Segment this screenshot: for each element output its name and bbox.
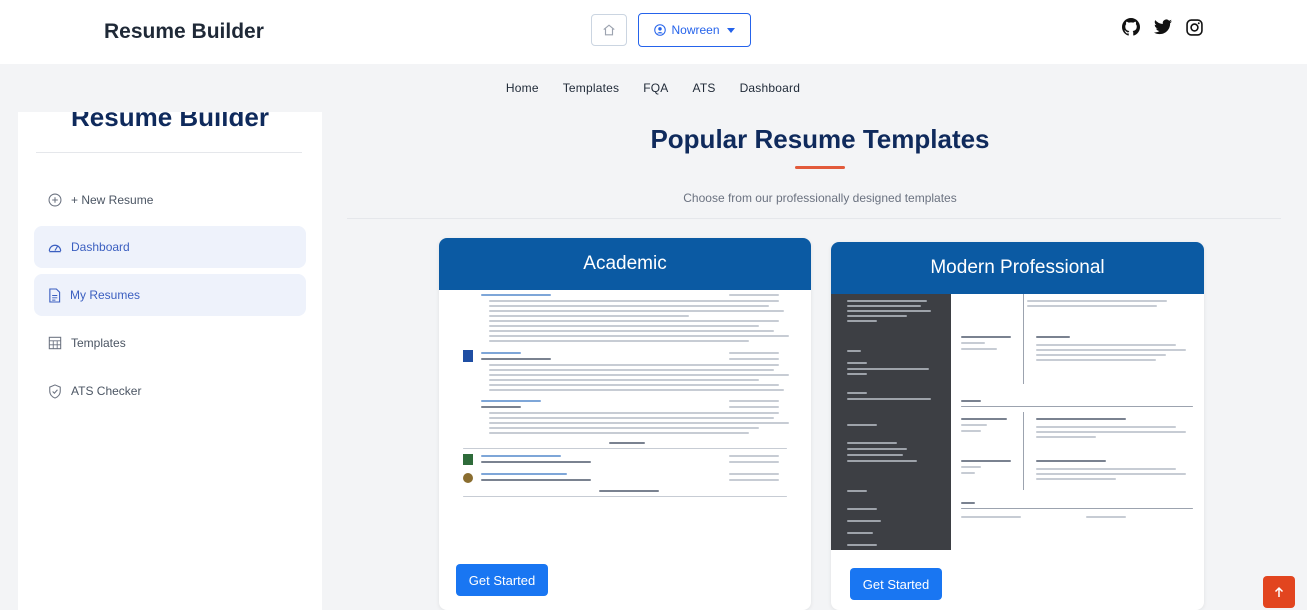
social-links bbox=[1122, 18, 1203, 36]
user-name: Nowreen bbox=[671, 23, 720, 37]
user-menu-button[interactable]: Nowreen bbox=[638, 13, 751, 47]
sidebar-item-templates[interactable]: Templates bbox=[34, 322, 306, 364]
home-icon bbox=[603, 24, 615, 36]
grid-icon bbox=[48, 336, 62, 350]
nav-dashboard[interactable]: Dashboard bbox=[740, 81, 801, 95]
template-card-title: Modern Professional bbox=[831, 242, 1204, 294]
top-bar: Resume Builder Nowreen bbox=[0, 0, 1307, 64]
nav-fqa[interactable]: FQA bbox=[643, 81, 668, 95]
sidebar-item-label: + New Resume bbox=[71, 193, 154, 207]
get-started-button[interactable]: Get Started bbox=[456, 564, 548, 596]
main-nav: Home Templates FQA ATS Dashboard bbox=[8, 64, 1298, 112]
dashboard-icon bbox=[48, 244, 62, 253]
chevron-down-icon bbox=[726, 27, 735, 33]
sidebar-divider bbox=[36, 152, 302, 153]
title-underline bbox=[795, 166, 845, 169]
brand-title[interactable]: Resume Builder bbox=[104, 20, 264, 44]
content-divider bbox=[347, 218, 1281, 219]
main-content: Popular Resume Templates Choose from our… bbox=[333, 112, 1307, 610]
file-icon bbox=[49, 287, 61, 303]
sidebar-item-label: My Resumes bbox=[70, 288, 141, 302]
github-icon[interactable] bbox=[1122, 18, 1140, 36]
scroll-to-top-button[interactable] bbox=[1263, 576, 1295, 608]
template-card-title: Academic bbox=[439, 238, 811, 290]
shield-icon bbox=[49, 383, 61, 399]
sidebar-item-dashboard[interactable]: Dashboard bbox=[34, 226, 306, 268]
template-card-academic[interactable]: Academic Get Started bbox=[439, 238, 811, 610]
sidebar-item-label: Templates bbox=[71, 336, 126, 350]
page-title: Popular Resume Templates bbox=[650, 124, 990, 154]
user-circle-icon bbox=[654, 24, 667, 36]
page-subtitle: Choose from our professionally designed … bbox=[683, 191, 957, 205]
arrow-up-icon bbox=[1274, 586, 1284, 597]
nav-ats[interactable]: ATS bbox=[693, 81, 716, 95]
modern-resume-preview bbox=[831, 294, 1204, 550]
academic-resume-preview bbox=[459, 290, 791, 546]
plus-circle-icon bbox=[48, 193, 62, 207]
sidebar: Resume Builder + New Resume Dashboard My… bbox=[18, 112, 322, 610]
sidebar-item-label: Dashboard bbox=[71, 240, 130, 254]
home-button[interactable] bbox=[591, 14, 627, 46]
twitter-icon[interactable] bbox=[1154, 19, 1172, 35]
nav-home[interactable]: Home bbox=[506, 81, 539, 95]
template-card-modern-professional[interactable]: Modern Professional Get Started bbox=[831, 242, 1204, 610]
get-started-button[interactable]: Get Started bbox=[850, 568, 942, 600]
sidebar-item-ats-checker[interactable]: ATS Checker bbox=[34, 370, 306, 412]
sidebar-item-my-resumes[interactable]: My Resumes bbox=[34, 274, 306, 316]
sidebar-item-new-resume[interactable]: + New Resume bbox=[34, 179, 306, 221]
instagram-icon[interactable] bbox=[1186, 18, 1203, 36]
sidebar-item-label: ATS Checker bbox=[71, 384, 142, 398]
nav-templates[interactable]: Templates bbox=[563, 81, 620, 95]
sidebar-title: Resume Builder bbox=[71, 112, 269, 132]
